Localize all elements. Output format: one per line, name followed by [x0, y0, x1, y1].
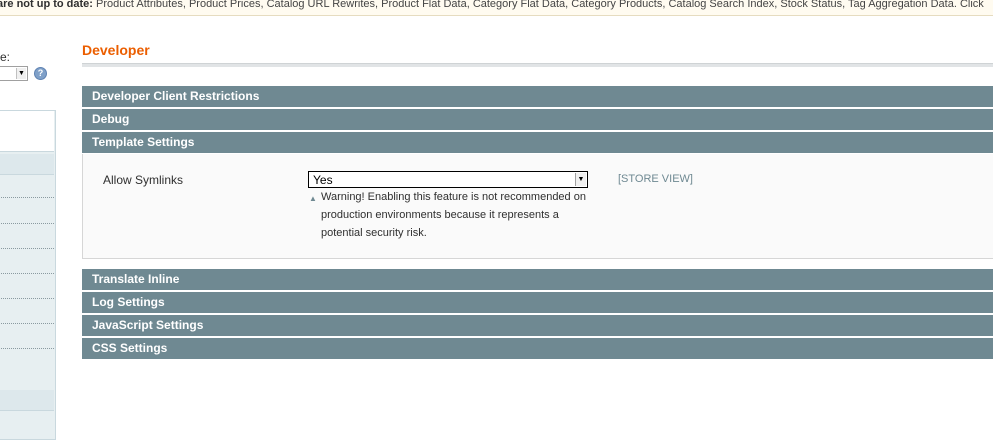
config-tab-item[interactable] — [0, 323, 54, 325]
config-tab-item[interactable] — [0, 248, 54, 250]
allow-symlinks-select[interactable]: Yes ▼ — [308, 171, 588, 188]
index-notice-bar: are not up to date: Product Attributes, … — [0, 0, 993, 16]
allow-symlinks-label: Allow Symlinks — [103, 173, 184, 187]
chevron-down-icon: ▼ — [16, 68, 26, 79]
config-tab-item[interactable] — [0, 273, 54, 275]
section-developer-client-restrictions[interactable]: Developer Client Restrictions — [82, 86, 993, 107]
config-tab-group[interactable] — [0, 154, 54, 175]
section-translate-inline[interactable]: Translate Inline — [82, 269, 993, 290]
scope-label: e: — [0, 50, 11, 64]
config-tabs-panel — [0, 110, 56, 440]
config-tab-item[interactable] — [0, 298, 54, 300]
section-template-settings[interactable]: Template Settings — [82, 132, 993, 153]
chevron-down-icon: ▼ — [575, 173, 586, 186]
section-log-settings[interactable]: Log Settings — [82, 292, 993, 313]
section-debug[interactable]: Debug — [82, 109, 993, 130]
section-css-settings[interactable]: CSS Settings — [82, 338, 993, 359]
page-title: Developer — [82, 42, 150, 58]
config-tab-item[interactable] — [0, 197, 54, 199]
help-icon[interactable]: ? — [34, 67, 47, 80]
notice-items: Product Attributes, Product Prices, Cata… — [96, 0, 984, 10]
scope-tag: [STORE VIEW] — [618, 173, 693, 185]
scope-switcher-select[interactable]: ▼ — [0, 66, 28, 81]
notice-lead: are not up to date: — [0, 0, 93, 10]
allow-symlinks-value: Yes — [313, 173, 333, 187]
config-tabs-header — [0, 111, 54, 152]
config-tab-item[interactable] — [0, 223, 54, 225]
allow-symlinks-warning: Warning! Enabling this feature is not re… — [321, 191, 586, 239]
config-tab-item[interactable] — [0, 348, 54, 350]
title-divider — [82, 63, 993, 67]
warning-triangle-icon: ▲ — [309, 194, 317, 203]
section-javascript-settings[interactable]: JavaScript Settings — [82, 315, 993, 336]
config-tab-group[interactable] — [0, 390, 54, 411]
